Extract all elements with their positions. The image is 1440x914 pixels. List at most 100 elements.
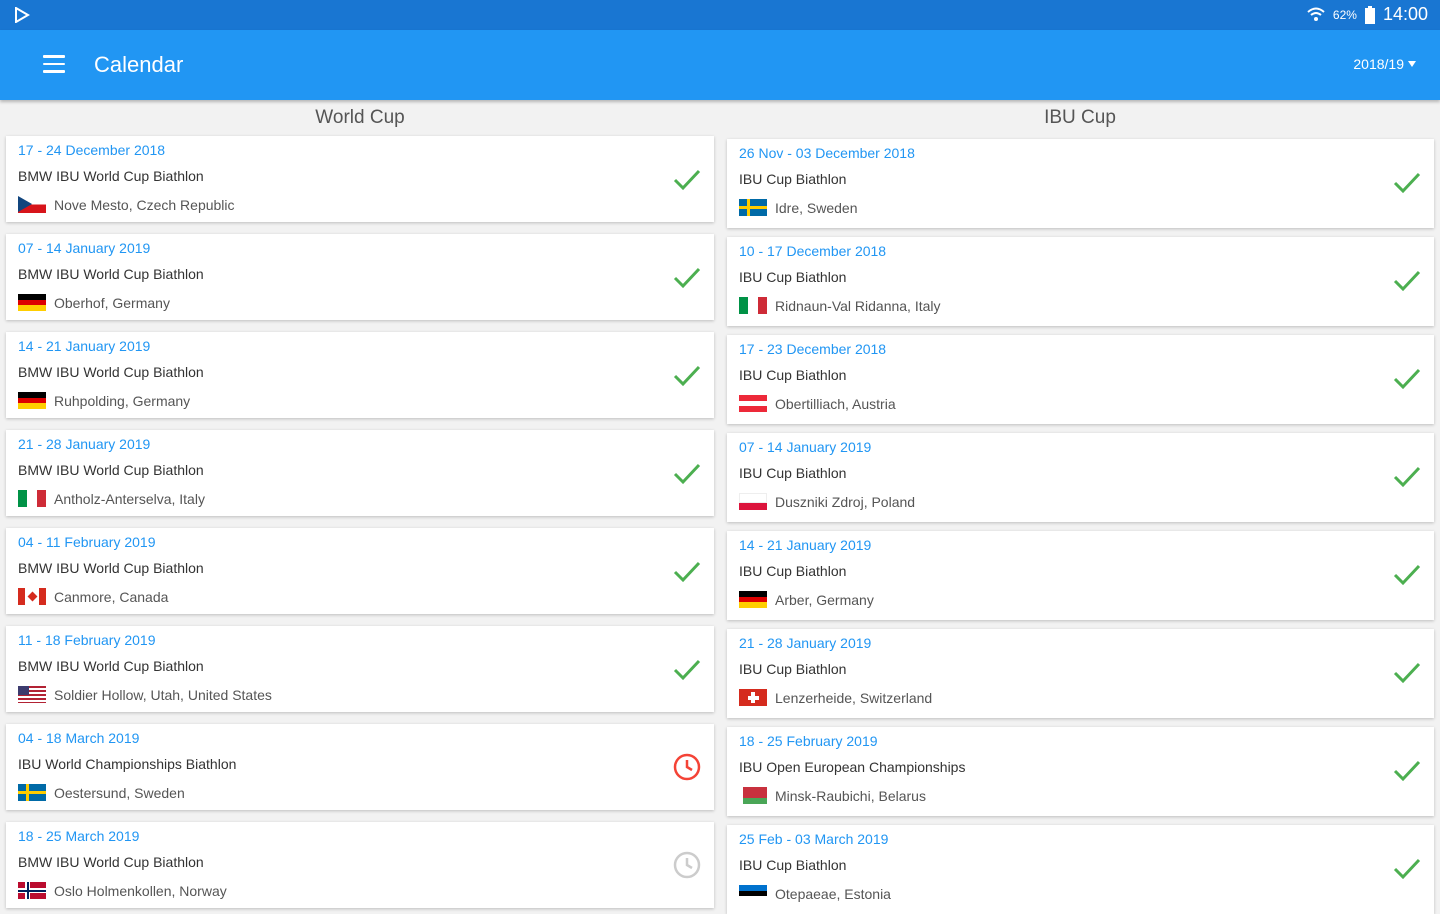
event-location-row: Otepaeae, Estonia — [739, 885, 891, 902]
event-location: Minsk-Raubichi, Belarus — [775, 787, 926, 804]
status-bar: 62% 14:00 — [0, 0, 1440, 30]
check-icon — [1393, 466, 1421, 488]
event-location: Obertilliach, Austria — [775, 395, 896, 412]
event-card[interactable]: 14 - 21 January 2019 BMW IBU World Cup Bi… — [6, 332, 714, 418]
clock-icon — [673, 753, 701, 781]
event-location: Idre, Sweden — [775, 199, 858, 216]
event-card[interactable]: 25 Feb - 03 March 2019 IBU Cup Biathlon Ot… — [727, 825, 1434, 914]
event-location: Duszniki Zdroj, Poland — [775, 493, 916, 510]
flag-ch-icon — [739, 689, 767, 706]
event-name: IBU World Championships Biathlon — [18, 756, 237, 772]
event-location-row: Soldier Hollow, Utah, United States — [18, 686, 272, 703]
season-selector[interactable]: 2018/19 — [1353, 56, 1416, 72]
flag-at-icon — [739, 395, 767, 412]
check-icon — [673, 267, 701, 289]
event-date: 26 Nov - 03 December 2018 — [739, 145, 915, 161]
event-date: 14 - 21 January 2019 — [739, 537, 872, 553]
flag-se-icon — [18, 784, 46, 801]
event-card[interactable]: 11 - 18 February 2019 BMW IBU World Cup B… — [6, 626, 714, 712]
page-title: Calendar — [94, 52, 184, 77]
check-icon — [673, 561, 701, 583]
event-location-row: Duszniki Zdroj, Poland — [739, 493, 915, 510]
event-date: 07 - 14 January 2019 — [739, 439, 872, 455]
flag-ee-icon — [739, 885, 767, 902]
event-card[interactable]: 07 - 14 January 2019 IBU Cup Biathlon Dusz… — [727, 433, 1434, 522]
event-card[interactable]: 04 - 11 February 2019 BMW IBU World Cup B… — [6, 528, 714, 614]
flag-se-icon — [739, 199, 767, 216]
world-cup-header: World Cup — [315, 107, 405, 128]
event-date: 04 - 11 February 2019 — [18, 534, 156, 550]
flag-it-icon — [739, 297, 767, 314]
battery-percent: 62% — [1332, 7, 1357, 22]
event-date: 25 Feb - 03 March 2019 — [739, 831, 889, 847]
event-location-row: Oestersund, Sweden — [18, 784, 185, 801]
event-date: 10 - 17 December 2018 — [739, 243, 887, 259]
event-location: Antholz-Anterselva, Italy — [54, 490, 205, 507]
event-location: Ruhpolding, Germany — [54, 392, 191, 409]
event-location-row: Canmore, Canada — [18, 588, 168, 605]
hamburger-menu-icon[interactable] — [43, 55, 65, 73]
event-name: IBU Open European Championships — [739, 759, 966, 775]
check-icon — [673, 169, 701, 191]
event-card[interactable]: 21 - 28 January 2019 BMW IBU World Cup Bi… — [6, 430, 714, 516]
event-name: IBU Cup Biathlon — [739, 465, 847, 481]
clock-icon — [673, 851, 701, 879]
event-card[interactable]: 07 - 14 January 2019 BMW IBU World Cup Bi… — [6, 234, 714, 320]
event-location: Oslo Holmenkollen, Norway — [54, 882, 227, 899]
check-icon — [673, 463, 701, 485]
flag-de-icon — [18, 392, 46, 409]
event-date: 07 - 14 January 2019 — [18, 240, 151, 256]
event-name: IBU Cup Biathlon — [739, 857, 847, 873]
event-location: Canmore, Canada — [54, 588, 169, 605]
event-date: 17 - 23 December 2018 — [739, 341, 887, 357]
check-icon — [1393, 760, 1421, 782]
event-location-row: Idre, Sweden — [739, 199, 858, 216]
event-card[interactable]: 14 - 21 January 2019 IBU Cup Biathlon Arbe… — [727, 531, 1434, 620]
battery-icon — [1364, 5, 1375, 24]
flag-us-icon — [18, 686, 46, 703]
event-name: BMW IBU World Cup Biathlon — [18, 266, 204, 282]
check-icon — [673, 365, 701, 387]
event-location-row: Arber, Germany — [739, 591, 874, 608]
event-location-row: Minsk-Raubichi, Belarus — [739, 787, 926, 804]
event-date: 21 - 28 January 2019 — [18, 436, 151, 452]
event-location: Otepaeae, Estonia — [775, 885, 891, 902]
event-location: Ridnaun-Val Ridanna, Italy — [775, 297, 941, 314]
event-card[interactable]: 18 - 25 February 2019 IBU Open European C… — [727, 727, 1434, 816]
event-name: IBU Cup Biathlon — [739, 269, 847, 285]
event-card[interactable]: 04 - 18 March 2019 IBU World Championship… — [6, 724, 714, 810]
event-name: BMW IBU World Cup Biathlon — [18, 168, 204, 184]
event-date: 21 - 28 January 2019 — [739, 635, 872, 651]
flag-by-icon — [739, 787, 767, 804]
event-card[interactable]: 26 Nov - 03 December 2018 IBU Cup Biathlo… — [727, 139, 1434, 228]
event-name: BMW IBU World Cup Biathlon — [18, 658, 204, 674]
app-toolbar: Calendar 2018/19 — [0, 30, 1440, 100]
event-name: IBU Cup Biathlon — [739, 367, 847, 383]
check-icon — [1393, 368, 1421, 390]
event-location-row: Oslo Holmenkollen, Norway — [18, 882, 227, 899]
season-label: 2018/19 — [1353, 56, 1404, 72]
event-date: 11 - 18 February 2019 — [18, 632, 156, 648]
flag-de-icon — [18, 294, 46, 311]
event-location: Oestersund, Sweden — [54, 784, 185, 801]
flag-de-icon — [739, 591, 767, 608]
check-icon — [1393, 858, 1421, 880]
event-date: 18 - 25 February 2019 — [739, 733, 878, 749]
clock: 14:00 — [1382, 4, 1428, 24]
event-card[interactable]: 10 - 17 December 2018 IBU Cup Biathlon Rid… — [727, 237, 1434, 326]
event-date: 18 - 25 March 2019 — [18, 828, 140, 844]
event-name: BMW IBU World Cup Biathlon — [18, 462, 204, 478]
event-location-row: Lenzerheide, Switzerland — [739, 689, 932, 706]
event-card[interactable]: 21 - 28 January 2019 IBU Cup Biathlon Lenz… — [727, 629, 1434, 718]
event-location-row: Nove Mesto, Czech Republic — [18, 196, 235, 213]
check-icon — [673, 659, 701, 681]
wifi-icon — [1307, 7, 1325, 21]
event-location: Soldier Hollow, Utah, United States — [54, 686, 272, 703]
event-card[interactable]: 18 - 25 March 2019 BMW IBU World Cup Biat… — [6, 822, 714, 908]
event-card[interactable]: 17 - 24 December 2018 BMW IBU World Cup B… — [6, 136, 714, 222]
ibu-cup-header: IBU Cup — [1044, 107, 1116, 128]
event-name: BMW IBU World Cup Biathlon — [18, 560, 204, 576]
event-card[interactable]: 17 - 23 December 2018 IBU Cup Biathlon Obe… — [727, 335, 1434, 424]
event-location-row: Antholz-Anterselva, Italy — [18, 490, 205, 507]
play-store-icon — [15, 7, 30, 23]
